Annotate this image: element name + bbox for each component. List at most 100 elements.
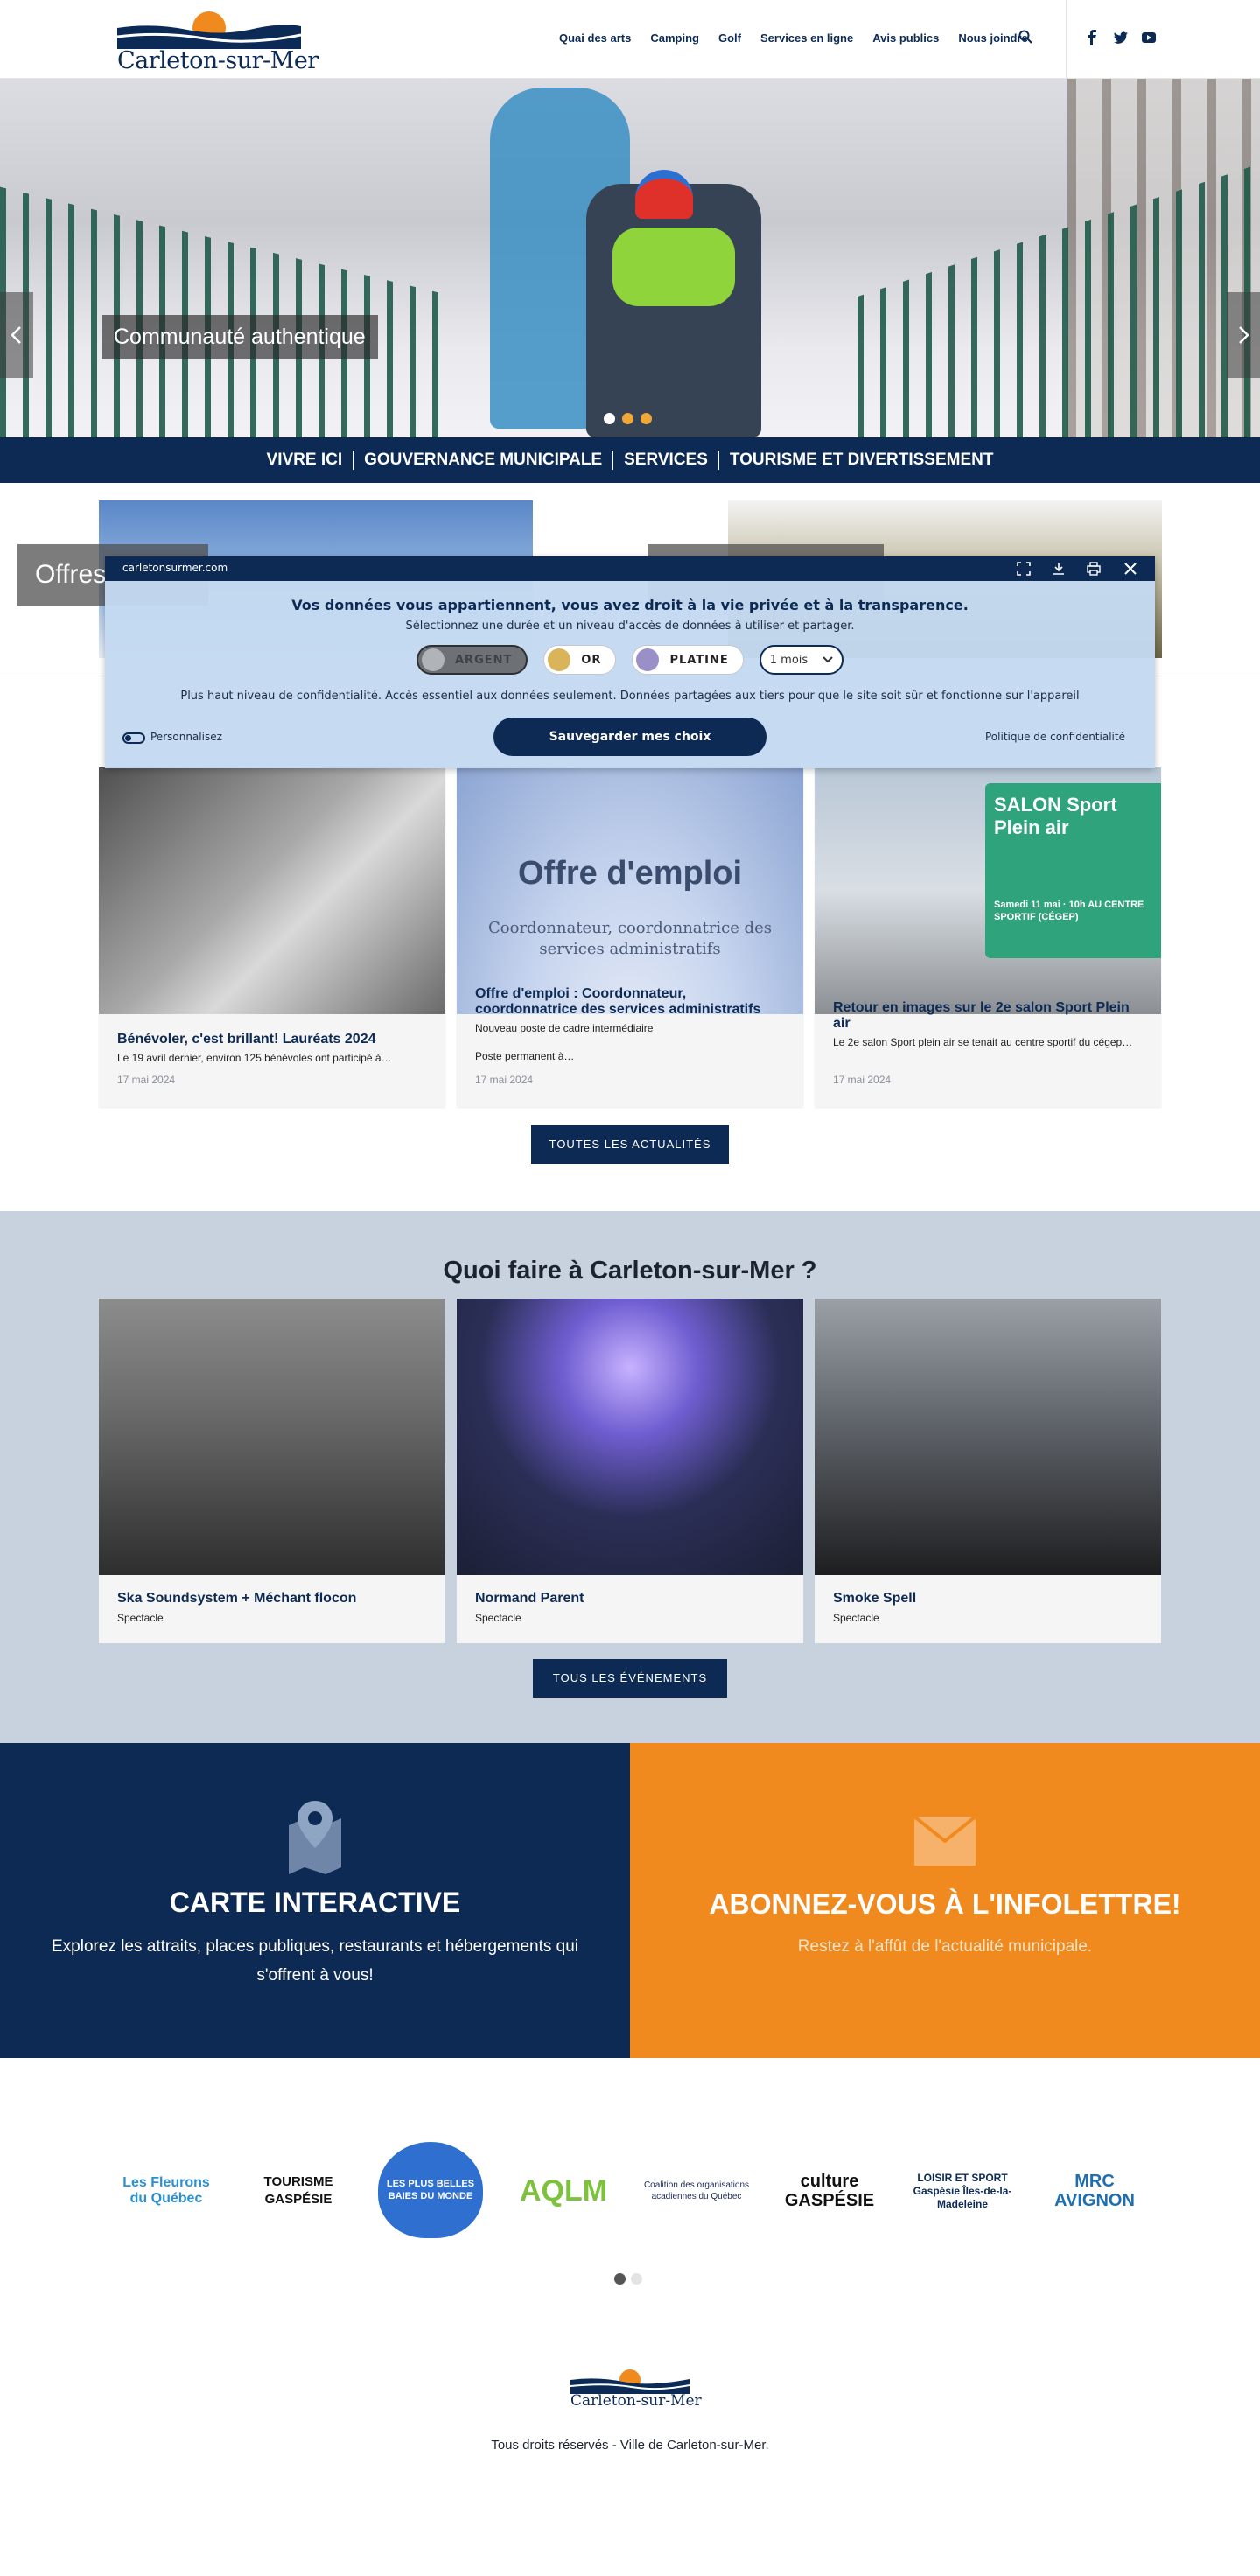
interactive-map-cta[interactable]: CARTE INTERACTIVE Explorez les attraits,… [0,1743,630,2058]
header-divider [1066,0,1067,79]
partners-dot-1[interactable] [614,2273,626,2285]
footer-copyright: Tous droits réservés - Ville de Carleton… [491,2438,769,2453]
chevron-left-icon [10,326,21,344]
all-events-button[interactable]: TOUS LES ÉVÉNEMENTS [533,1659,727,1698]
print-icon[interactable] [1087,562,1101,576]
nav-services-en-ligne[interactable]: Services en ligne [751,32,863,45]
section-nav-services[interactable]: SERVICES [612,451,718,470]
news-card[interactable]: Offre d'emploi Coordonnateur, coordonnat… [457,767,803,1107]
envelope-icon [914,1816,976,1866]
hero-prev-button[interactable] [0,292,33,378]
news-card-title[interactable]: Retour en images sur le 2e salon Sport P… [833,1000,1144,1032]
event-card-image [99,1298,445,1575]
hero-caption: Communauté authentique [102,315,378,359]
consent-heading: Vos données vous appartiennent, vous ave… [291,597,969,613]
section-nav-tourisme[interactable]: TOURISME ET DIVERTISSEMENT [718,451,1004,470]
search-icon[interactable] [1018,30,1034,46]
news-card-image-sign-subtext: Samedi 11 mai · 10h AU CENTRE SPORTIF (C… [994,900,1144,922]
hero-dot-1[interactable] [604,413,615,424]
hero-dot-3[interactable] [640,413,652,424]
close-icon[interactable] [1124,562,1138,576]
footer-logo[interactable]: Carleton-sur-Mer [570,2368,702,2412]
silver-ball-icon [422,648,444,671]
event-card-title[interactable]: Normand Parent [475,1591,584,1606]
partner-logo-loisir-sport[interactable]: LOISIR ET SPORT Gaspésie Îles-de-la-Made… [906,2138,1018,2244]
partner-logo-aqlm[interactable]: AQLM [506,2138,621,2244]
partner-logo-culture-gaspesie[interactable]: culture GASPÉSIE [772,2138,887,2244]
consent-customize-link[interactable]: Personnalisez [150,731,222,743]
partner-logo-coalition-acadienne[interactable]: Coalition des organisations acadiennes d… [640,2138,752,2244]
nav-quai-des-arts[interactable]: Quai des arts [550,32,640,45]
hero-dot-2[interactable] [622,413,634,424]
consent-duration-select[interactable]: 1 mois [759,645,844,675]
consent-description: Plus haut niveau de confidentialité. Acc… [180,690,1080,703]
hero-dots [604,413,652,424]
footer-logo-text: Carleton-sur-Mer [570,2392,702,2410]
footer-logo-emblem-icon [570,2370,690,2394]
event-card-title[interactable]: Ska Soundsystem + Méchant flocon [117,1591,356,1606]
page: Carleton-sur-Mer Quai des arts Camping G… [0,0,1260,2576]
partners-carousel: Les Fleurons du Québec TOURISME GASPÉSIE… [0,2058,1260,2320]
twitter-icon[interactable] [1113,30,1129,46]
section-nav-gouvernance[interactable]: GOUVERNANCE MUNICIPALE [353,451,612,470]
news-card-image-sign-text: SALON Sport Plein air [994,794,1117,838]
consent-dialog-titlebar: carletonsurmer.com [105,556,1155,581]
nav-avis-publics[interactable]: Avis publics [863,32,948,45]
partner-logo-fleurons[interactable]: Les Fleurons du Québec [114,2138,219,2244]
site-logo[interactable]: Carleton-sur-Mer [116,9,318,74]
event-card[interactable]: Ska Soundsystem + Méchant flocon Spectac… [99,1298,445,1643]
interactive-map-text: Explorez les attraits, places publiques,… [52,1937,578,1984]
news-card-title[interactable]: Offre d'emploi : Coordonnateur, coordonn… [475,986,787,1018]
event-card-category: Spectacle [117,1612,164,1624]
consent-policy-link[interactable]: Politique de confidentialité [985,731,1125,743]
hero-next-button[interactable] [1227,292,1260,378]
consent-level-or[interactable]: OR [543,645,617,675]
all-news-button[interactable]: TOUTES LES ACTUALITÉS [531,1125,729,1164]
facebook-icon[interactable] [1085,30,1101,46]
newsletter-text: Restez à l'affût de l'actualité municipa… [797,1937,1093,1956]
consent-subheading: Sélectionnez une durée et un niveau d'ac… [405,620,855,633]
hero-slider: Communauté authentique [0,79,1260,438]
consent-save-button[interactable]: Sauvegarder mes choix [494,718,766,756]
partner-logo-plus-belles-baies[interactable]: LES PLUS BELLES BAIES DU MONDE [378,2142,483,2238]
download-icon[interactable] [1052,562,1066,576]
gold-ball-icon [548,648,571,671]
partner-logo-tourisme-gaspesie[interactable]: TOURISME GASPÉSIE [240,2138,357,2244]
news-card[interactable]: Bénévoler, c'est brillant! Lauréats 2024… [99,767,445,1107]
consent-domain: carletonsurmer.com [122,562,228,574]
event-card[interactable]: Normand Parent Spectacle [457,1298,803,1643]
hero-image-child [586,184,761,438]
partners-dot-2[interactable] [631,2273,642,2285]
consent-duration-value: 1 mois [769,653,808,667]
youtube-icon[interactable] [1141,30,1157,46]
hero-image-child-vest [612,228,735,306]
news-card-excerpt: Le 2e salon Sport plein air se tenait au… [833,1036,1133,1048]
expand-icon[interactable] [1017,562,1031,576]
news-card-image: SALON Sport Plein air Samedi 11 mai · 10… [815,767,1161,1014]
consent-level-platine[interactable]: PLATINE [632,645,744,675]
social-links [1085,30,1157,46]
nav-camping[interactable]: Camping [640,32,709,45]
consent-levels: ARGENT OR PLATINE 1 mois [416,645,844,675]
main-nav: Quai des arts Camping Golf Services en l… [550,32,1038,45]
news-card-title[interactable]: Bénévoler, c'est brillant! Lauréats 2024 [117,1032,429,1047]
section-nav-vivre-ici[interactable]: VIVRE ICI [256,451,354,470]
event-card-title[interactable]: Smoke Spell [833,1591,916,1606]
event-card-category: Spectacle [475,1612,522,1624]
newsletter-cta[interactable]: ABONNEZ-VOUS À L'INFOLETTRE! Restez à l'… [630,1743,1260,2058]
chevron-right-icon [1239,326,1250,344]
partner-logo-mrc-avignon[interactable]: MRC AVIGNON [1038,2138,1152,2244]
interactive-map-title: CARTE INTERACTIVE [169,1886,461,1918]
event-card[interactable]: Smoke Spell Spectacle [815,1298,1161,1643]
nav-golf[interactable]: Golf [709,32,751,45]
news-card-image-subtitle: Coordonnateur, coordonnatrice des servic… [488,919,772,958]
consent-level-argent[interactable]: ARGENT [416,645,528,675]
site-header: Carleton-sur-Mer Quai des arts Camping G… [0,0,1260,79]
map-pin-icon [289,1801,341,1874]
news-card-excerpt: Nouveau poste de cadre intermédiaire Pos… [475,1022,654,1062]
news-card-image [99,767,445,1014]
toggle-icon[interactable] [122,732,145,744]
hero-image-child-hat [635,170,693,219]
news-card[interactable]: SALON Sport Plein air Samedi 11 mai · 10… [815,767,1161,1107]
consent-level-label: ARGENT [455,653,513,667]
